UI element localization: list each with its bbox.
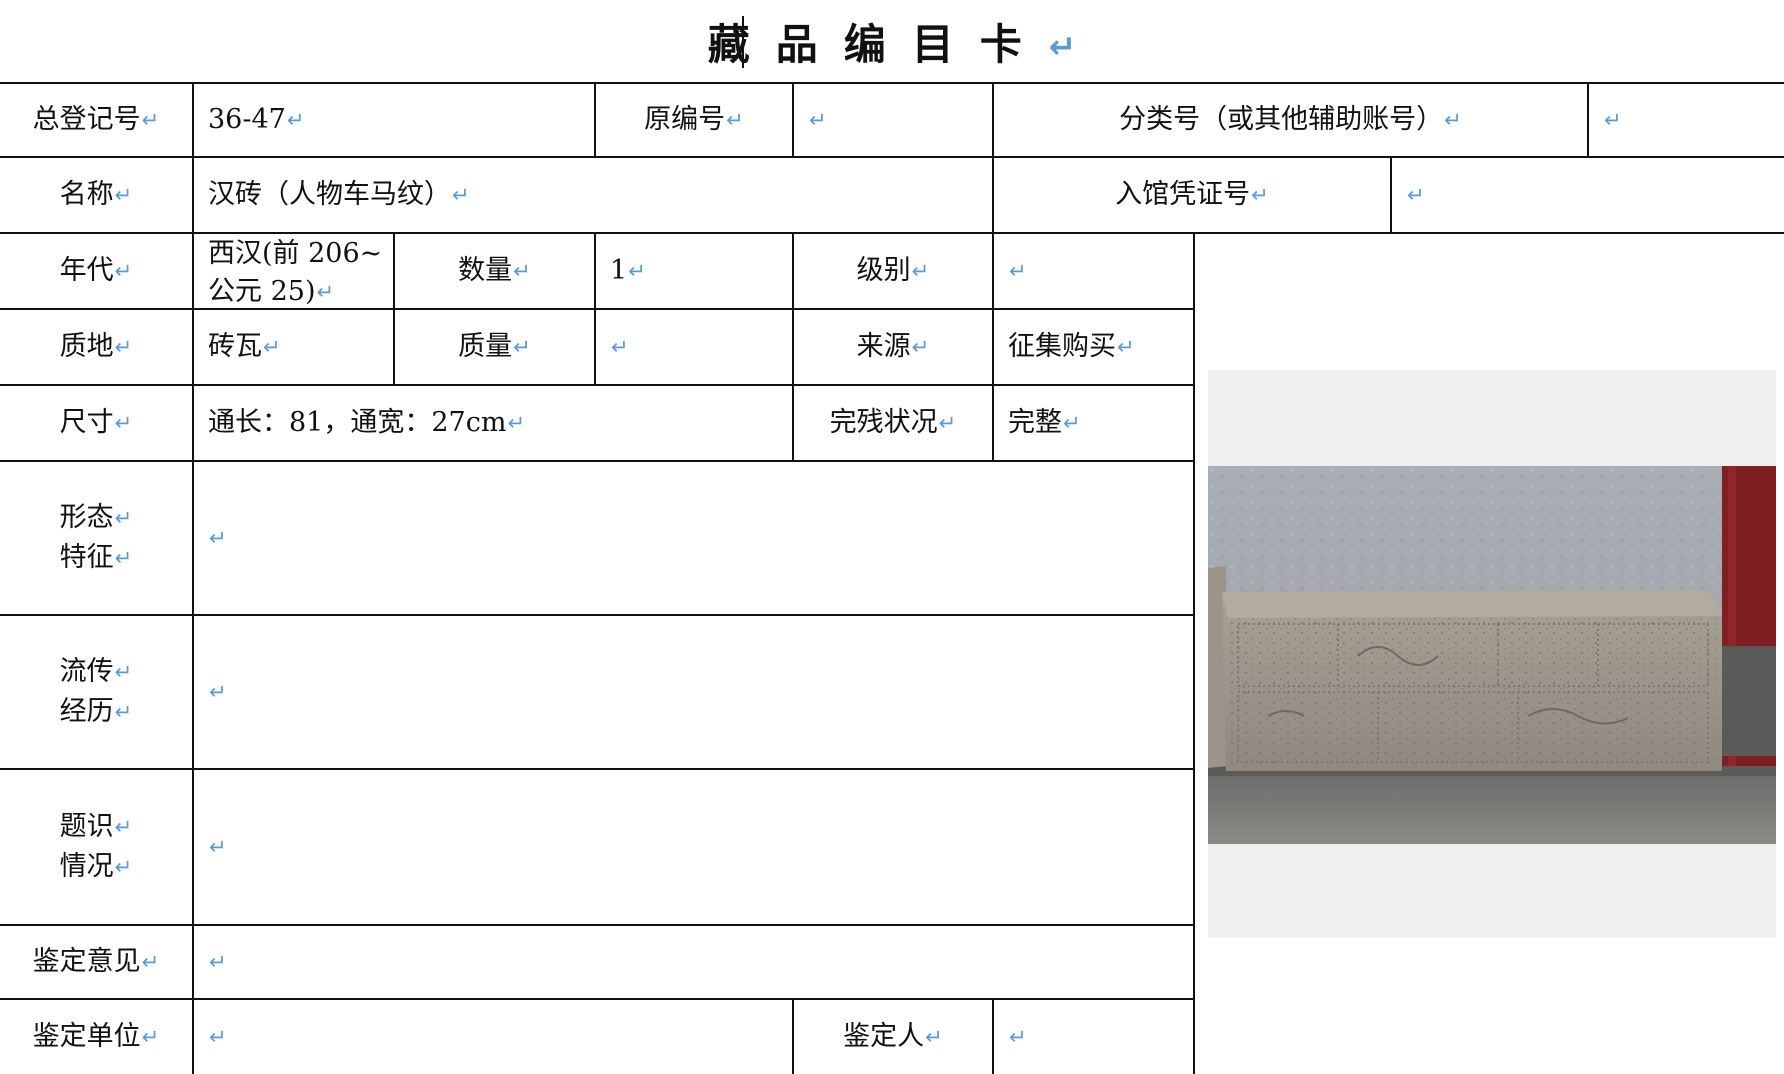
appraiser-value[interactable]: ↵ bbox=[994, 1000, 1193, 1074]
source-value[interactable]: 征集购买 ↵ bbox=[994, 310, 1193, 384]
appraisal-unit-label: 鉴定单位 ↵ bbox=[32, 1021, 160, 1052]
entry-voucher-label: 入馆凭证号 ↵ bbox=[1115, 179, 1269, 210]
text-cursor bbox=[742, 16, 744, 68]
size-value[interactable]: 通长：81，通宽：27cm ↵ bbox=[194, 386, 792, 460]
inscription-value[interactable]: ↵ bbox=[194, 770, 1193, 924]
weight-value[interactable]: ↵ bbox=[596, 310, 792, 384]
name-label: 名称 ↵ bbox=[59, 179, 133, 210]
size-label: 尺寸 ↵ bbox=[59, 407, 133, 438]
card-title: 藏品编目卡↵ bbox=[707, 20, 1077, 69]
history-value[interactable]: ↵ bbox=[194, 616, 1193, 768]
appraisal-opinion-label: 鉴定意见 ↵ bbox=[32, 946, 160, 977]
artifact-photo bbox=[1208, 466, 1776, 844]
material-label: 质地 ↵ bbox=[59, 331, 133, 362]
appraisal-opinion-value[interactable]: ↵ bbox=[194, 926, 1193, 998]
reg-no-label: 总登记号 ↵ bbox=[32, 104, 160, 135]
condition-value[interactable]: 完整 ↵ bbox=[994, 386, 1193, 460]
grade-label: 级别 ↵ bbox=[856, 255, 930, 286]
grid-line bbox=[1193, 232, 1195, 1074]
quantity-value[interactable]: 1 ↵ bbox=[596, 234, 792, 308]
entry-voucher-value[interactable]: ↵ bbox=[1392, 158, 1784, 232]
history-label: 流传↵ 经历↵ bbox=[59, 656, 133, 727]
reg-no-value[interactable]: 36-47 ↵ bbox=[194, 84, 594, 156]
weight-label: 质量 ↵ bbox=[458, 331, 531, 362]
quantity-label: 数量 ↵ bbox=[458, 255, 531, 286]
form-label: 形态↵ 特征↵ bbox=[59, 502, 133, 573]
orig-no-value[interactable]: ↵ bbox=[794, 84, 992, 156]
material-value[interactable]: 砖瓦 ↵ bbox=[194, 310, 393, 384]
era-value-line-2: 公元 25)↵ bbox=[208, 276, 335, 307]
class-no-label: 分类号（或其他辅助账号） ↵ bbox=[1119, 104, 1462, 135]
form-value[interactable]: ↵ bbox=[194, 462, 1193, 614]
inscription-label: 题识↵ 情况↵ bbox=[59, 811, 133, 882]
era-value[interactable]: 西汉(前 206~ 公元 25)↵ bbox=[194, 234, 393, 308]
orig-no-label: 原编号 ↵ bbox=[644, 104, 744, 135]
condition-label: 完残状况 ↵ bbox=[829, 407, 957, 438]
source-label: 来源 ↵ bbox=[856, 331, 930, 362]
grade-value[interactable]: ↵ bbox=[994, 234, 1193, 308]
appraiser-label: 鉴定人 ↵ bbox=[843, 1021, 943, 1052]
appraisal-unit-value[interactable]: ↵ bbox=[194, 1000, 792, 1074]
era-value-line-1: 西汉(前 206~ bbox=[208, 238, 383, 269]
class-no-value[interactable]: ↵ bbox=[1589, 84, 1784, 156]
era-label: 年代 ↵ bbox=[59, 255, 133, 286]
name-value[interactable]: 汉砖（人物车马纹） ↵ bbox=[194, 158, 992, 232]
